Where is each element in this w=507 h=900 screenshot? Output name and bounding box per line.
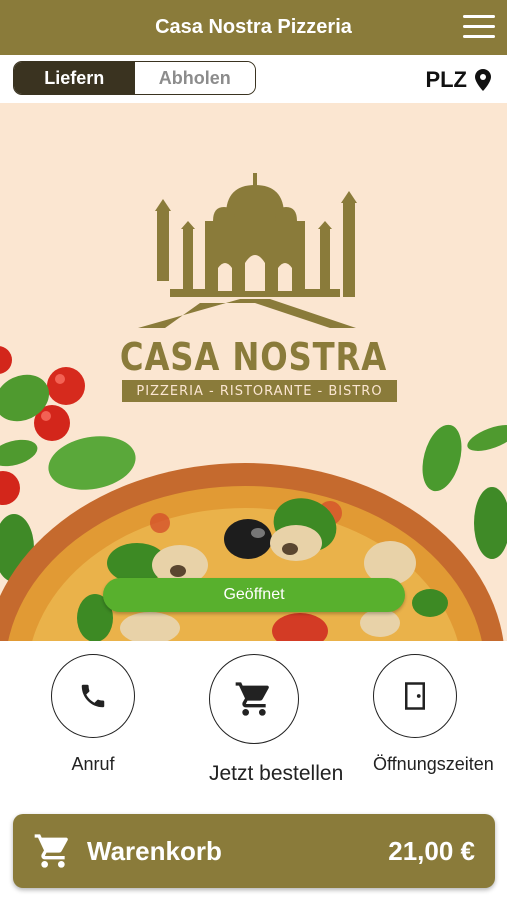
quick-actions: Anruf Jetzt bestellen Öffnungszeiten	[0, 641, 507, 811]
app-title: Casa Nostra Pizzeria	[155, 16, 352, 38]
tab-pickup[interactable]: Abholen	[134, 62, 255, 94]
postal-code-label: PLZ	[425, 67, 467, 92]
phone-icon	[81, 684, 105, 708]
cart-label: Warenkorb	[87, 835, 222, 866]
opening-hours-button[interactable]	[373, 654, 457, 738]
pizza-image	[0, 463, 504, 641]
door-icon	[405, 682, 425, 710]
cart-bar[interactable]: Warenkorb 21,00 €	[13, 814, 495, 888]
cart-total: 21,00 €	[388, 835, 475, 866]
shopping-cart-icon	[235, 682, 269, 716]
call-button[interactable]	[51, 654, 135, 738]
call-action[interactable]: Anruf	[51, 654, 135, 775]
order-mode-bar: Liefern Abholen PLZ	[0, 55, 507, 103]
hero-banner: CASA NOSTRA PIZZERIA - RISTORANTE - BIST…	[0, 103, 507, 641]
open-status-badge[interactable]: Geöffnet	[103, 578, 405, 612]
opening-hours-label: Öffnungszeiten	[373, 754, 494, 774]
order-now-label: Jetzt bestellen	[209, 762, 344, 785]
call-label: Anruf	[71, 754, 115, 774]
logo-tagline: PIZZERIA - RISTORANTE - BISTRO	[122, 380, 397, 402]
logo-name: CASA NOSTRA	[119, 335, 388, 379]
postal-code-button[interactable]: PLZ	[425, 67, 491, 93]
tab-delivery[interactable]: Liefern	[14, 62, 135, 94]
palace-logo	[138, 173, 357, 328]
order-now-button[interactable]	[209, 654, 299, 744]
order-mode-toggle: Liefern Abholen	[13, 61, 256, 95]
hamburger-menu-icon[interactable]	[463, 15, 495, 39]
shopping-cart-icon	[34, 834, 68, 868]
map-pin-icon	[475, 69, 491, 91]
opening-hours-action[interactable]: Öffnungszeiten	[373, 654, 494, 775]
order-now-action[interactable]: Jetzt bestellen	[209, 654, 344, 786]
app-header: Casa Nostra Pizzeria	[0, 0, 507, 55]
